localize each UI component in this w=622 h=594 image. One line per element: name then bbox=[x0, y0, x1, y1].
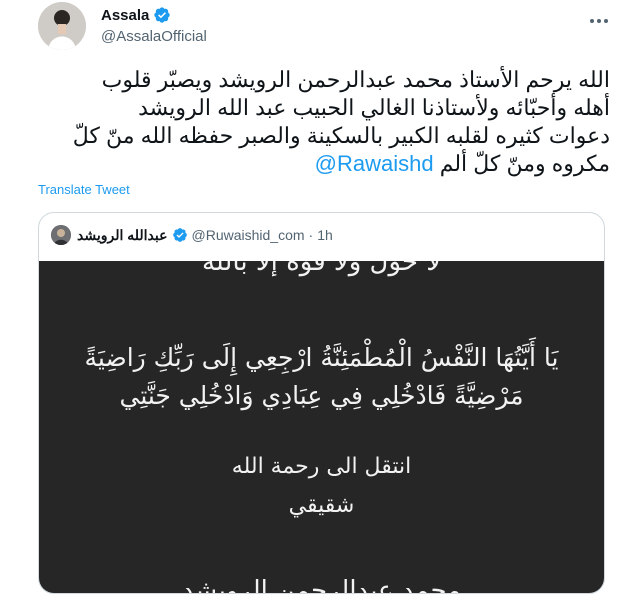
quoted-tweet[interactable]: عبدالله الرويشد @Ruwaishid_com · 1h لا ح… bbox=[38, 212, 605, 594]
tweet-text-line: مكروه ومنّ كلّ ألم bbox=[439, 151, 610, 176]
author-name[interactable]: Assala bbox=[101, 7, 149, 24]
image-text-top: لا حول ولا قوة إلا بالله bbox=[201, 261, 442, 277]
tweet-text-line: الله يرحم الأستاذ محمد عبدالرحمن الرويشد… bbox=[101, 67, 610, 92]
image-text-transferred: انتقل الى رحمة الله bbox=[231, 454, 412, 479]
verified-badge-icon bbox=[154, 7, 171, 23]
tweet-text-line-last: مكروه ومنّ كلّ ألم @Rawaishd bbox=[36, 150, 610, 178]
tweet-text-line: أهله وأحبّائه ولأستاذنا الغالي الحبيب عب… bbox=[138, 95, 610, 120]
image-text-relation: شقيقي bbox=[288, 493, 355, 518]
quoted-timestamp[interactable]: 1h bbox=[317, 227, 333, 243]
translate-tweet-link[interactable]: Translate Tweet bbox=[38, 182, 130, 197]
image-text-bottom: محمد عبدالرحمن الرويشد bbox=[181, 576, 462, 594]
tweet-text-line: دعوات كثيره لقلبه الكبير بالسكينة والصبر… bbox=[72, 123, 610, 148]
quoted-author-handle: @Ruwaishid_com bbox=[191, 227, 305, 243]
quoted-tweet-image[interactable]: لا حول ولا قوة إلا بالله يَا أَيَّتُهَا … bbox=[39, 261, 604, 594]
tweet-text: الله يرحم الأستاذ محمد عبدالرحمن الرويشد… bbox=[36, 66, 610, 178]
author-handle[interactable]: @AssalaOfficial bbox=[101, 28, 207, 45]
image-text-verse-line2: مَرْضِيَّةً فَادْخُلِي فِي عِبَادِي وَاد… bbox=[119, 381, 524, 410]
separator-dot: · bbox=[308, 227, 314, 243]
more-options-button[interactable] bbox=[586, 10, 612, 32]
author-avatar[interactable] bbox=[38, 2, 86, 50]
tweet: Assala @AssalaOfficial الله يرحم الأستاذ… bbox=[0, 0, 622, 594]
mention-link[interactable]: @Rawaishd bbox=[315, 151, 434, 176]
more-options-icon bbox=[590, 19, 608, 23]
image-text-verse-line1: يَا أَيَّتُهَا النَّفْسُ الْمُطْمَئِنَّة… bbox=[84, 343, 559, 372]
verified-badge-icon bbox=[172, 228, 187, 242]
quoted-author-name[interactable]: عبدالله الرويشد bbox=[77, 227, 168, 244]
quoted-author-avatar[interactable] bbox=[51, 225, 71, 245]
author-name-row: Assala bbox=[101, 6, 171, 24]
quoted-tweet-header: عبدالله الرويشد @Ruwaishid_com · 1h bbox=[51, 225, 333, 245]
